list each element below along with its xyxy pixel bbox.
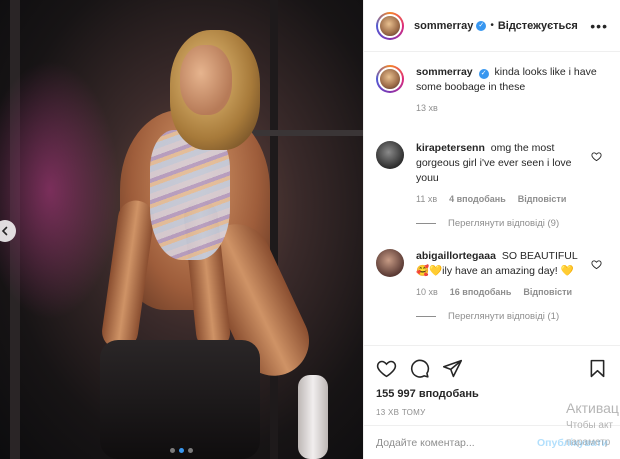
avatar[interactable] [376,11,404,40]
gym-bar [250,130,363,136]
divider [416,223,436,224]
comments-list: sommerray ✓ kinda looks like i have some … [364,53,620,345]
carousel-dot-active [179,448,184,453]
model-face [180,45,232,115]
post-time[interactable]: 13 ХВ ТОМУ [376,408,608,417]
caption: sommerray ✓ kinda looks like i have some … [376,65,608,113]
avatar[interactable] [376,141,404,169]
comment-item: abigaillortegaaa SO BEAUTIFUL 🥰💛ily have… [376,249,608,297]
add-comment-form: Опублікувати [364,425,620,459]
pink-light [0,60,120,320]
separator-dot: • [490,20,494,31]
view-replies-label: Переглянути відповіді (9) [448,218,560,229]
heart-icon[interactable] [591,259,602,270]
comment-username[interactable]: abigaillortegaaa [416,250,496,262]
likes-count[interactable]: 155 997 вподобань [376,388,608,400]
publish-button[interactable]: Опублікувати [537,437,608,449]
view-replies-label: Переглянути відповіді (1) [448,311,560,322]
heart-icon[interactable] [376,358,397,379]
follow-status-button[interactable]: Відстежується [498,20,578,32]
avatar[interactable] [376,249,404,277]
heart-icon[interactable] [591,151,602,162]
comment-username[interactable]: kirapetersenn [416,142,485,154]
caption-username[interactable]: sommerray [416,66,473,78]
gym-rack-post [270,0,278,459]
comment-likes[interactable]: 4 вподобань [449,194,506,204]
carousel-dot [170,448,175,453]
author-username[interactable]: sommerray [414,20,473,32]
reply-button[interactable]: Відповісти [523,287,572,297]
carousel-dot [188,448,193,453]
carousel-dots [0,448,363,453]
view-replies-button[interactable]: Переглянути відповіді (1) [416,311,608,322]
send-icon[interactable] [442,358,463,379]
reply-button[interactable]: Відповісти [518,194,567,204]
post-side-panel: sommerray ✓ • Відстежується ••• sommerra… [363,0,620,459]
post-photo[interactable] [0,0,363,459]
check-badge-icon: ✓ [478,69,489,79]
check-badge-icon: ✓ [476,20,487,31]
more-horizontal-icon[interactable]: ••• [590,19,608,33]
divider [416,316,436,317]
post-header: sommerray ✓ • Відстежується ••• [364,0,620,52]
model-sock [298,375,328,459]
comment-time[interactable]: 10 хв [416,287,438,297]
caption-time[interactable]: 13 хв [416,103,438,113]
comment-icon[interactable] [409,358,430,379]
bookmark-icon[interactable] [587,358,608,379]
gym-bench [100,340,260,459]
comment-input[interactable] [376,436,537,449]
chevron-left-icon [1,226,8,236]
comment-likes[interactable]: 16 вподобань [450,287,512,297]
avatar[interactable] [376,65,404,93]
comment-item: kirapetersenn omg the most gorgeous girl… [376,141,608,204]
comment-time[interactable]: 11 хв [416,194,437,204]
view-replies-button[interactable]: Переглянути відповіді (9) [416,218,608,229]
post-actions: 155 997 вподобань 13 ХВ ТОМУ [364,345,620,417]
